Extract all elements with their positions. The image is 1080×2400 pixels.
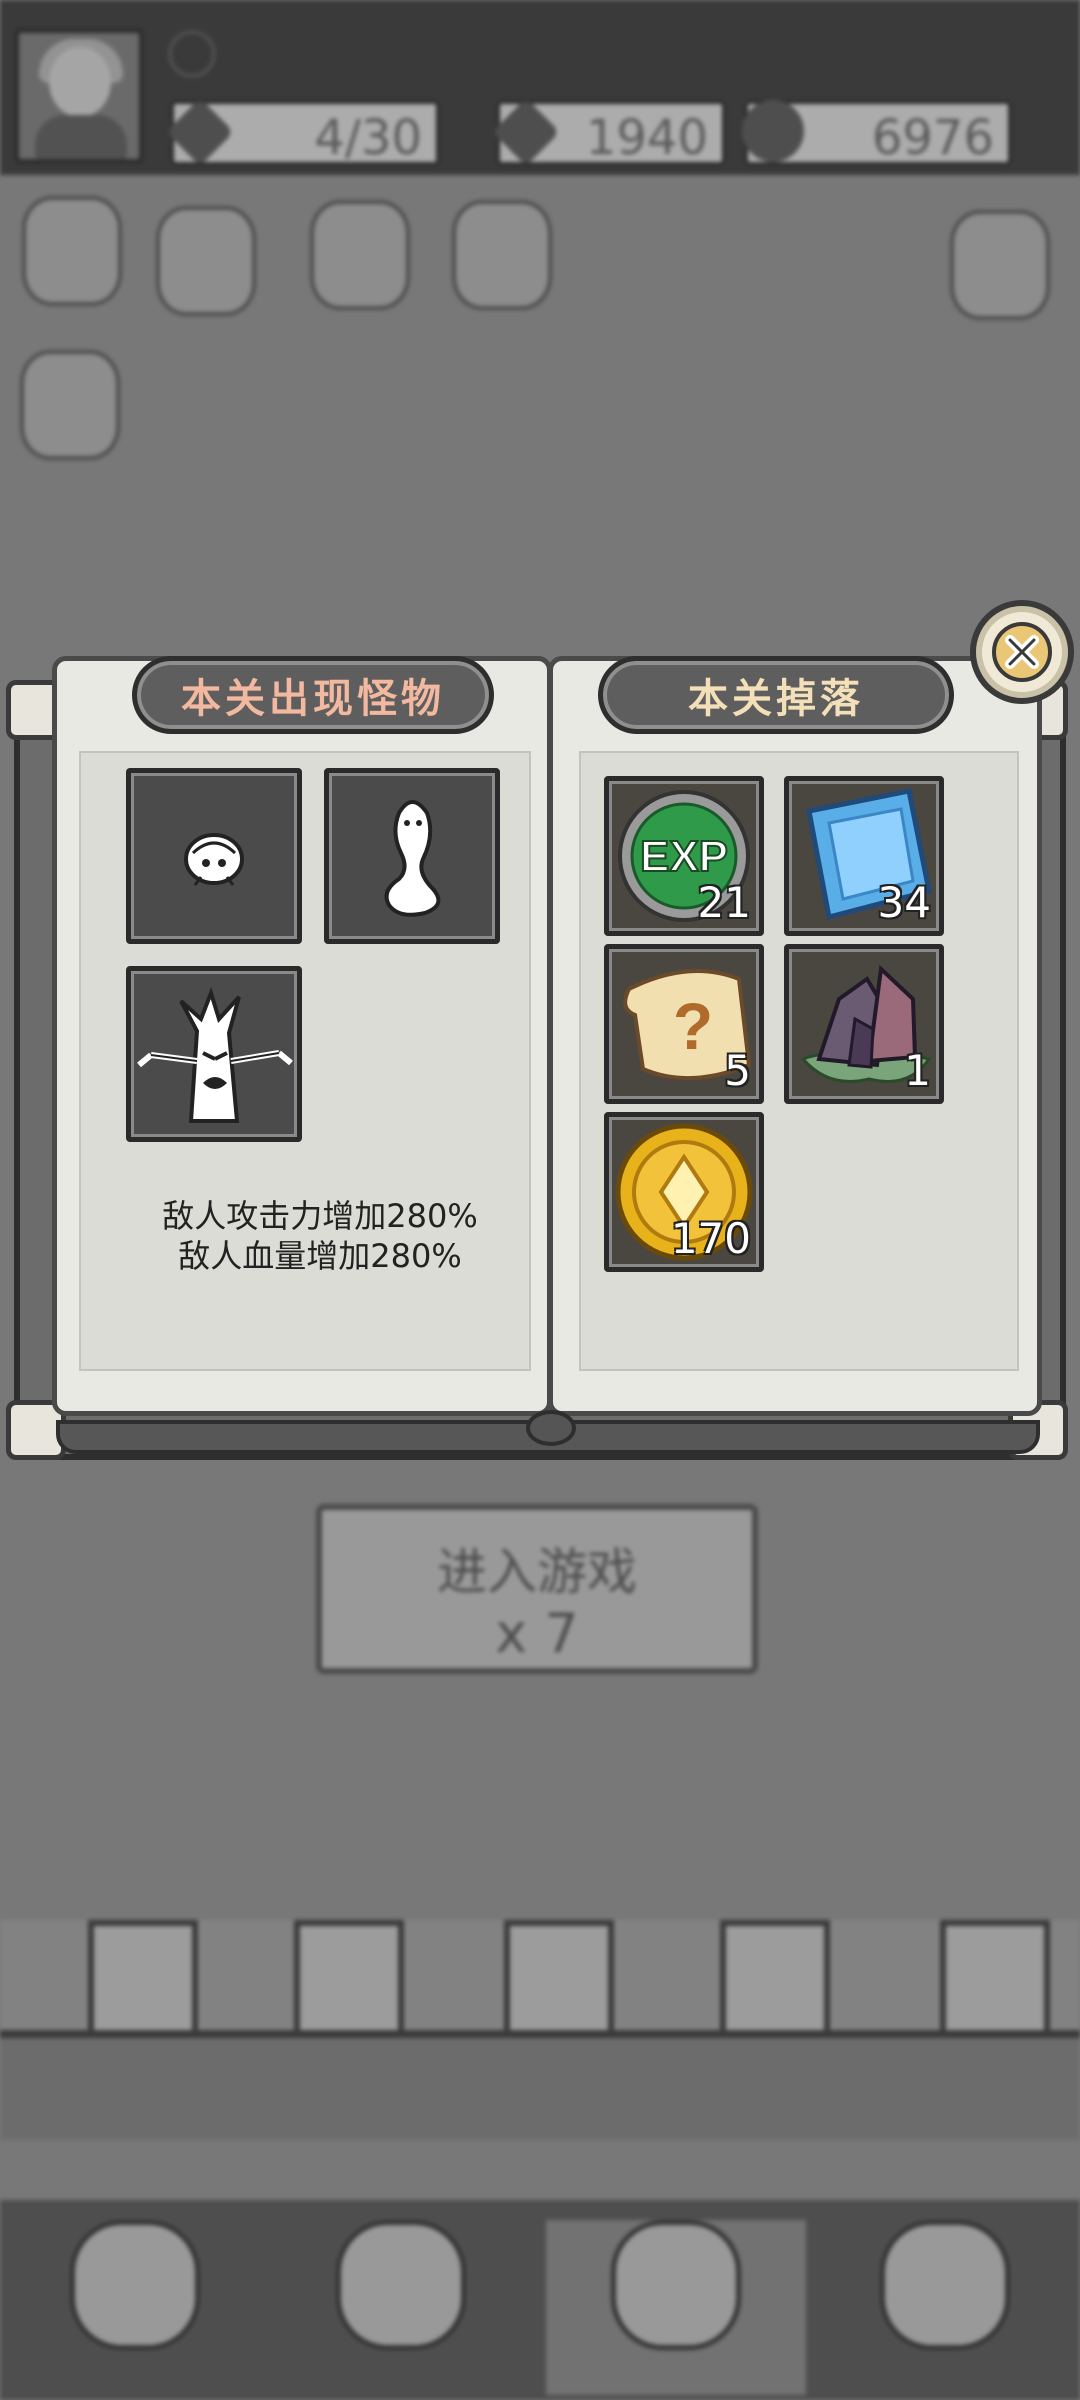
drop-slot-crystal[interactable]: 34: [784, 776, 944, 936]
close-button[interactable]: [970, 600, 1074, 704]
drop-slot-exp[interactable]: EXP 21: [604, 776, 764, 936]
close-icon: [992, 622, 1052, 682]
monster-slot-3[interactable]: [126, 966, 302, 1142]
drop-slot-scroll[interactable]: ? 5: [604, 944, 764, 1104]
shell-creature-icon: [184, 833, 244, 886]
angry-tree-icon: [137, 986, 293, 1123]
stage-modifiers: 敌人攻击力增加280% 敌人血量增加280%: [120, 1196, 520, 1276]
scroll-count: 5: [724, 1046, 751, 1095]
drop-slot-ore[interactable]: 1: [784, 944, 944, 1104]
ore-count: 1: [904, 1046, 931, 1095]
health-modifier: 敌人血量增加280%: [178, 1237, 462, 1275]
book-spine: [526, 1410, 576, 1446]
drops-title: 本关掉落: [598, 656, 954, 734]
drop-slot-gold[interactable]: 170: [604, 1112, 764, 1272]
gold-count: 170: [670, 1214, 751, 1263]
monster-slot-2[interactable]: [324, 768, 500, 944]
exp-count: 21: [697, 878, 751, 927]
ghost-worm-icon: [384, 800, 441, 917]
svg-text:?: ?: [673, 989, 713, 1063]
monster-slot-1[interactable]: [126, 768, 302, 944]
crystal-count: 34: [877, 878, 931, 927]
attack-modifier: 敌人攻击力增加280%: [162, 1197, 478, 1235]
monsters-title: 本关出现怪物: [132, 656, 494, 734]
exp-text: EXP: [640, 832, 728, 881]
